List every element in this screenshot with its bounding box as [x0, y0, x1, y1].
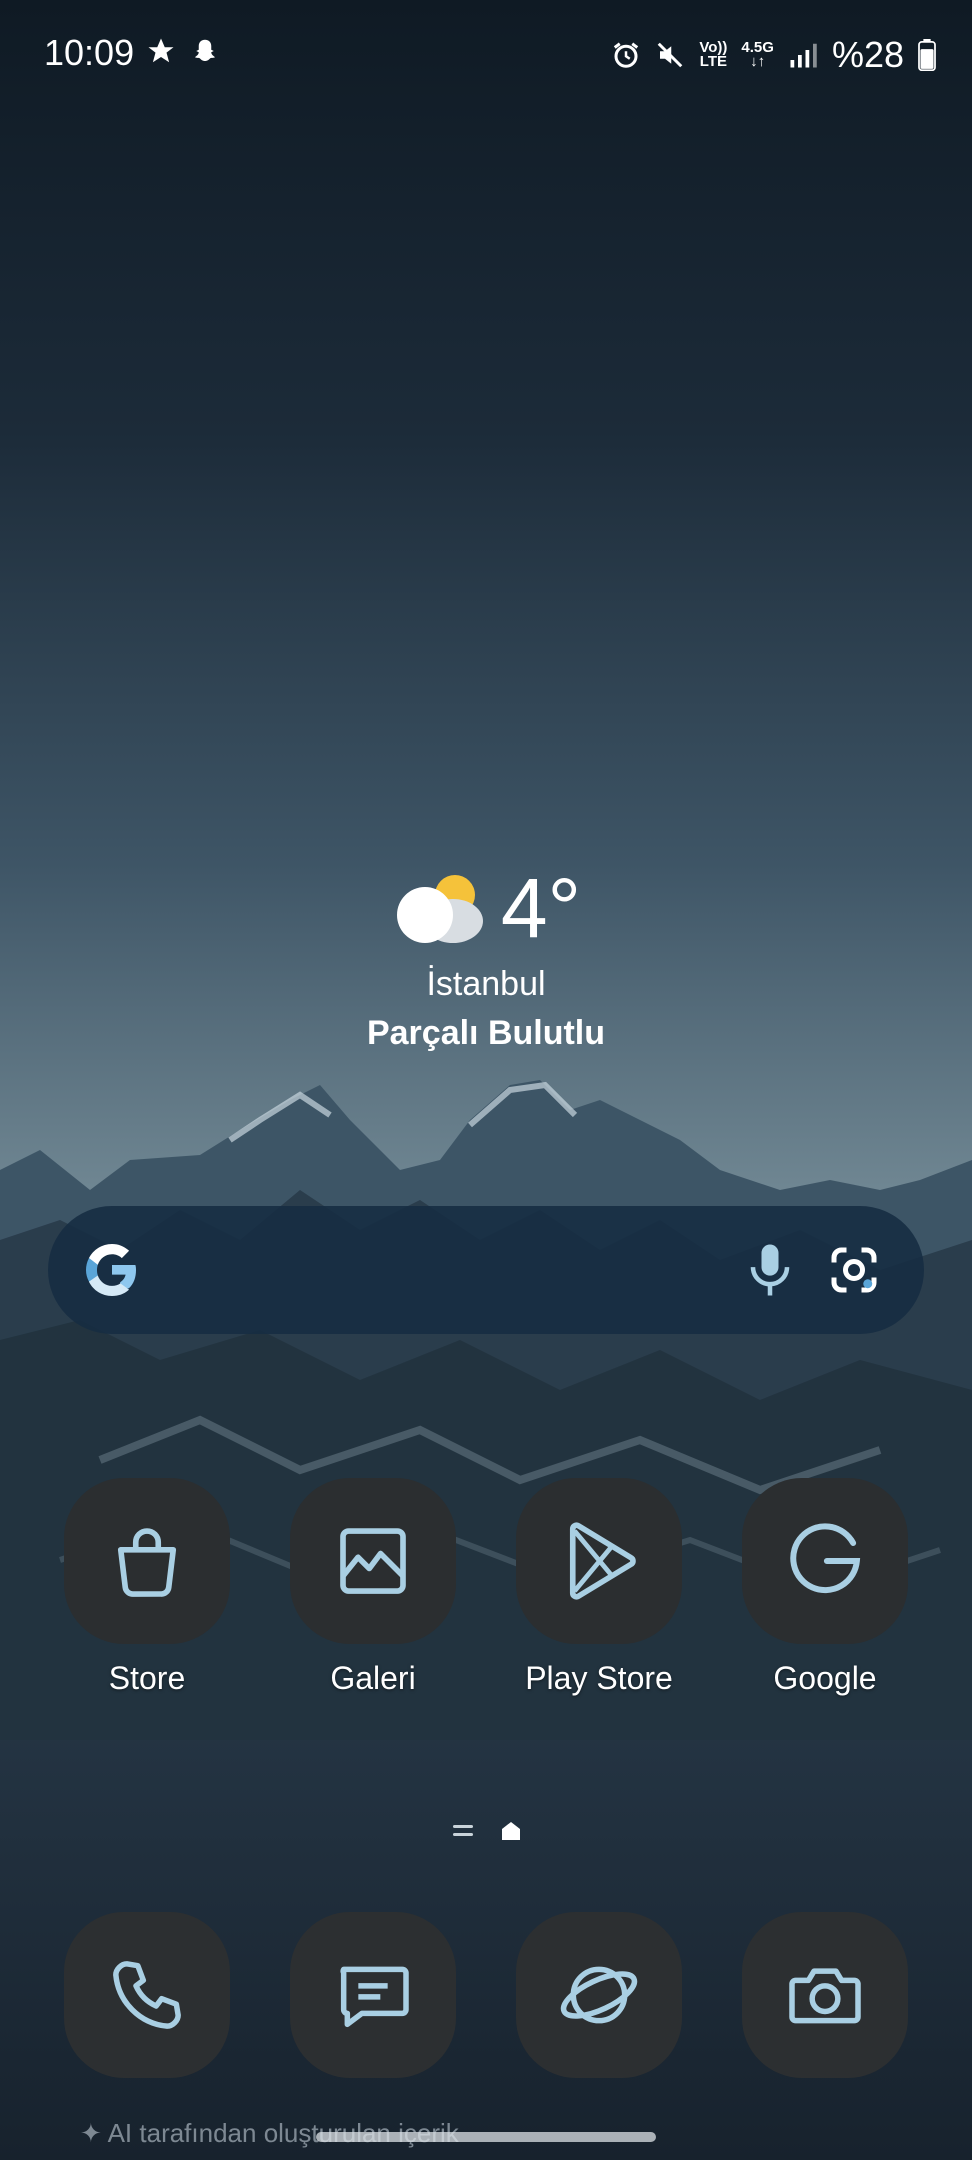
system-icons: Vo)) LTE 4.5G ↓↑ %28 [611, 34, 936, 76]
weather-widget[interactable]: 4° İstanbul Parçalı Bulutlu [0, 860, 972, 1053]
app-icon-messages[interactable] [290, 1912, 456, 2078]
camera-icon [789, 1968, 861, 2024]
volte-bottom: LTE [699, 53, 727, 70]
list-page-icon[interactable] [452, 1822, 474, 1840]
internet-icon [560, 1966, 638, 2024]
dock-messages[interactable] [289, 1912, 457, 2078]
app-icon-camera[interactable] [742, 1912, 908, 2078]
home-page-icon[interactable] [500, 1820, 522, 1842]
notification-icons [146, 36, 220, 66]
dock-phone[interactable] [63, 1912, 231, 2078]
data-arrows: ↓↑ [750, 53, 766, 70]
sparkle-icon: ✦ [80, 2118, 102, 2148]
navigation-handle[interactable] [316, 2132, 656, 2142]
dock-camera[interactable] [741, 1912, 909, 2078]
page-indicator[interactable] [452, 1820, 522, 1842]
google-g-icon [790, 1523, 861, 1594]
app-icon-play-store[interactable] [516, 1478, 682, 1644]
app-galeri[interactable]: Galeri [289, 1478, 457, 1697]
gallery-icon [340, 1528, 406, 1594]
google-search-bar[interactable] [48, 1206, 924, 1334]
app-icon-store[interactable] [64, 1478, 230, 1644]
weather-city: İstanbul [426, 965, 546, 1003]
app-label: Google [773, 1660, 877, 1696]
play-store-icon [569, 1522, 636, 1600]
battery-icon [918, 39, 936, 71]
mute-icon [658, 42, 683, 68]
star-icon [148, 38, 174, 63]
phone-icon [113, 1961, 181, 2029]
volte-icon: Vo)) LTE [699, 40, 727, 70]
weather-main: 4° [0, 860, 972, 957]
dock-internet[interactable] [515, 1912, 683, 2078]
status-time: 10:09 [44, 32, 135, 73]
shopping-bag-icon [117, 1528, 177, 1597]
battery-percent: %28 [831, 34, 904, 75]
app-play-store[interactable]: Play Store [515, 1478, 683, 1697]
temperature: 4° [500, 861, 582, 955]
app-icon-google[interactable] [742, 1478, 908, 1644]
app-google[interactable]: Google [741, 1478, 909, 1697]
app-icon-phone[interactable] [64, 1912, 230, 2078]
app-label: Play Store [525, 1660, 673, 1696]
lens-icon[interactable] [824, 1240, 884, 1300]
weather-condition: Parçalı Bulutlu [366, 1014, 606, 1052]
app-icon-galeri[interactable] [290, 1478, 456, 1644]
mic-icon[interactable] [736, 1236, 804, 1304]
google-logo-icon [86, 1244, 136, 1296]
app-label: Galeri [330, 1660, 416, 1696]
snapchat-icon [195, 39, 215, 61]
alarm-icon [614, 42, 639, 68]
status-bar: 10:09 Vo)) LTE 4.5G ↓↑ %28 [0, 0, 972, 110]
partly-cloudy-icon [396, 874, 483, 943]
signal-icon [790, 43, 817, 68]
app-label: Store [108, 1660, 186, 1696]
app-store[interactable]: Store [63, 1478, 231, 1697]
messages-icon [340, 1966, 409, 2028]
app-icon-internet[interactable] [516, 1912, 682, 2078]
data-4-5g-icon: 4.5G ↓↑ [741, 40, 774, 70]
